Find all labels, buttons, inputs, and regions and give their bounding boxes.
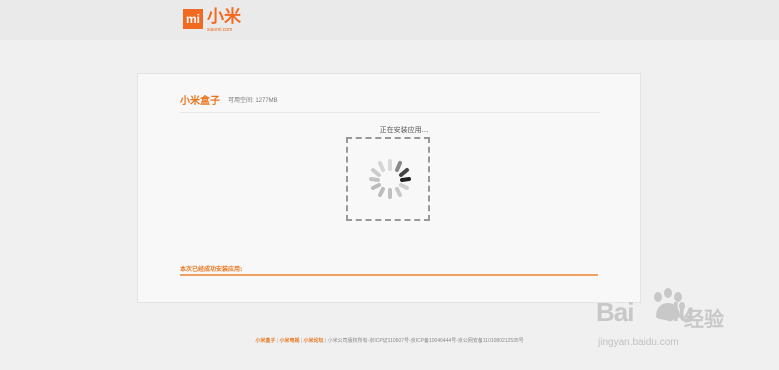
installing-status-text: 正在安装应用...	[379, 126, 429, 134]
footer-link-mitv[interactable]: 小米电视	[279, 338, 299, 344]
watermark-suffix: 经验	[684, 307, 724, 331]
title-divider	[180, 112, 600, 113]
mi-logo-icon: mi	[183, 9, 203, 29]
logo-text: 小米	[207, 7, 241, 27]
top-header-bar: mi 小米 xiaomi.com	[0, 0, 779, 40]
footer-separator: |	[300, 338, 303, 344]
progress-fill	[180, 274, 598, 276]
loading-spinner-icon	[369, 159, 411, 199]
panel-title: 小米盒子	[180, 96, 220, 107]
available-space-label: 可用空间: 1277MB	[228, 98, 278, 104]
baidu-jingyan-watermark: Baidu 经验 jingyan.baidu.com	[596, 283, 746, 363]
install-panel: 小米盒子 可用空间: 1277MB 正在安装应用... 本次已经成功安装应用:	[137, 73, 641, 303]
installed-apps-label: 本次已经成功安装应用:	[180, 266, 243, 273]
footer-link-forum[interactable]: 小米论坛	[304, 338, 324, 344]
baidu-paw-icon	[654, 288, 685, 320]
install-progress-bar	[180, 274, 598, 276]
footer-separator: |	[324, 338, 327, 344]
watermark-url: jingyan.baidu.com	[598, 337, 679, 348]
spinner-frame	[346, 137, 430, 221]
copyright-text: 小米公司版权所有-京ICP证110507号-京ICP备10046444号-京公网…	[327, 338, 524, 344]
footer-separator: |	[276, 338, 279, 344]
logo-url: xiaomi.com	[207, 27, 233, 33]
footer-link-mibox[interactable]: 小米盒子	[255, 338, 275, 344]
